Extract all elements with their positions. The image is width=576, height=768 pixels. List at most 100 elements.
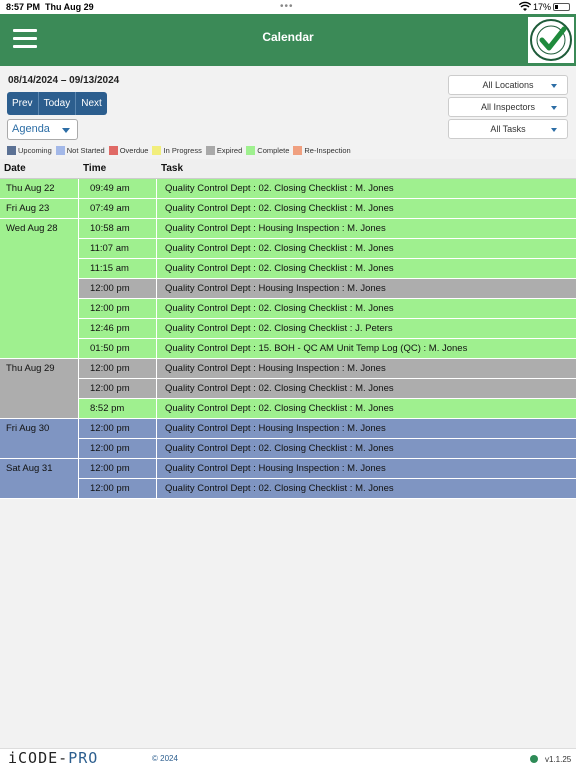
agenda-date-label: Sat Aug 31 <box>6 463 53 474</box>
agenda-task-cell[interactable]: Quality Control Dept : Housing Inspectio… <box>157 459 576 479</box>
agenda-task-cell[interactable]: Quality Control Dept : Housing Inspectio… <box>157 219 576 239</box>
agenda-task-cell[interactable]: Quality Control Dept : 02. Closing Check… <box>157 199 576 219</box>
inspectors-filter-value: All Inspectors <box>480 102 536 112</box>
agenda-task-cell[interactable]: Quality Control Dept : 02. Closing Check… <box>157 319 576 339</box>
chevron-down-icon <box>551 84 557 88</box>
agenda-date-label: Fri Aug 23 <box>6 203 50 214</box>
agenda-task-cell[interactable]: Quality Control Dept : 02. Closing Check… <box>157 299 576 319</box>
wifi-icon <box>519 1 531 11</box>
agenda-time-cell[interactable]: 12:00 pm <box>79 479 157 499</box>
prev-button[interactable]: Prev <box>7 92 39 115</box>
column-header-time: Time <box>79 159 157 179</box>
agenda-date-cell: Thu Aug 22 <box>0 179 79 199</box>
legend-item: Re-Inspection <box>293 146 351 155</box>
agenda-time-cell[interactable]: 07:49 am <box>79 199 157 219</box>
footer: iCODE-PRO © 2024 v1.1.25 <box>0 748 576 768</box>
agenda-task-cell[interactable]: Quality Control Dept : Housing Inspectio… <box>157 359 576 379</box>
legend-swatch <box>246 146 256 155</box>
brand-main: iCODE- <box>8 749 69 767</box>
copyright: © 2024 <box>152 754 178 763</box>
inspectors-filter[interactable]: All Inspectors <box>448 97 568 117</box>
agenda-date-cell: Fri Aug 30 <box>0 419 79 459</box>
agenda-time-cell[interactable]: 12:00 pm <box>79 419 157 439</box>
chevron-down-icon <box>62 128 70 133</box>
app-header: Calendar <box>0 14 576 66</box>
agenda-date-label: Wed Aug 28 <box>6 223 58 234</box>
agenda-task-cell[interactable]: Quality Control Dept : 15. BOH - QC AM U… <box>157 339 576 359</box>
view-select-value: Agenda <box>12 123 50 135</box>
legend-label: Overdue <box>119 146 149 155</box>
agenda-time-cell[interactable]: 12:00 pm <box>79 359 157 379</box>
tasks-filter[interactable]: All Tasks <box>448 119 568 139</box>
status-legend: Upcoming Not Started Overdue In Progress Exp… <box>7 146 355 155</box>
legend-item: Complete <box>246 146 289 155</box>
next-button[interactable]: Next <box>76 92 107 115</box>
locations-filter[interactable]: All Locations <box>448 75 568 95</box>
agenda-date-label: Fri Aug 30 <box>6 423 50 434</box>
agenda-time-cell[interactable]: 10:58 am <box>79 219 157 239</box>
legend-label: Re-Inspection <box>304 146 351 155</box>
agenda-table: Date Time Task Thu Aug 22 09:49 am Quality… <box>0 159 576 499</box>
agenda-task-cell[interactable]: Quality Control Dept : 02. Closing Check… <box>157 179 576 199</box>
agenda-task-cell[interactable]: Quality Control Dept : 02. Closing Check… <box>157 259 576 279</box>
brand-logo: iCODE-PRO <box>8 749 98 767</box>
legend-item: In Progress <box>152 146 202 155</box>
agenda-time-cell[interactable]: 8:52 pm <box>79 399 157 419</box>
multitask-dots-icon[interactable]: ••• <box>280 1 294 12</box>
today-button[interactable]: Today <box>38 92 77 115</box>
agenda-task-cell[interactable]: Quality Control Dept : Housing Inspectio… <box>157 279 576 299</box>
agenda-task-cell[interactable]: Quality Control Dept : 02. Closing Check… <box>157 439 576 459</box>
agenda-time-cell[interactable]: 11:07 am <box>79 239 157 259</box>
column-header-task: Task <box>157 159 576 179</box>
agenda-task-cell[interactable]: Quality Control Dept : 02. Closing Check… <box>157 239 576 259</box>
legend-label: In Progress <box>163 146 202 155</box>
brand-pro: PRO <box>68 749 99 767</box>
agenda-date-label: Thu Aug 29 <box>6 363 55 374</box>
legend-item: Not Started <box>55 146 105 155</box>
agenda-time-cell[interactable]: 09:49 am <box>79 179 157 199</box>
agenda-time-cell[interactable]: 11:15 am <box>79 259 157 279</box>
legend-swatch <box>55 146 65 155</box>
legend-swatch <box>205 146 215 155</box>
agenda-time-cell[interactable]: 12:00 pm <box>79 279 157 299</box>
agenda-date-cell: Wed Aug 28 <box>0 219 79 359</box>
battery-percent: 17% <box>533 2 552 12</box>
page-title: Calendar <box>262 30 314 44</box>
tasks-filter-value: All Tasks <box>490 124 526 134</box>
legend-label: Not Started <box>66 146 105 155</box>
agenda-task-cell[interactable]: Quality Control Dept : 02. Closing Check… <box>157 479 576 499</box>
battery-icon <box>553 3 570 11</box>
agenda-time-cell[interactable]: 01:50 pm <box>79 339 157 359</box>
status-date: Thu Aug 29 <box>45 2 94 12</box>
status-time: 8:57 PM <box>6 2 41 12</box>
chevron-down-icon <box>551 128 557 132</box>
legend-label: Expired <box>216 146 243 155</box>
agenda-time-cell[interactable]: 12:00 pm <box>79 299 157 319</box>
agenda-date-label: Thu Aug 22 <box>6 183 55 194</box>
agenda-task-cell[interactable]: Quality Control Dept : 02. Closing Check… <box>157 399 576 419</box>
legend-swatch <box>7 146 16 155</box>
date-navigation: Prev Today Next <box>7 92 107 115</box>
agenda-task-cell[interactable]: Quality Control Dept : 02. Closing Check… <box>157 379 576 399</box>
column-header-date: Date <box>0 159 79 179</box>
legend-item: Overdue <box>108 146 149 155</box>
legend-swatch <box>108 146 118 155</box>
status-bar: 8:57 PM Thu Aug 29 ••• 17% <box>0 0 576 14</box>
legend-item: Expired <box>205 146 243 155</box>
quality-control-approved-logo <box>528 17 574 63</box>
connection-status-icon <box>530 755 538 763</box>
agenda-time-cell[interactable]: 12:00 pm <box>79 459 157 479</box>
app-version: v1.1.25 <box>545 755 572 764</box>
agenda-task-cell[interactable]: Quality Control Dept : Housing Inspectio… <box>157 419 576 439</box>
legend-label: Complete <box>257 146 290 155</box>
agenda-date-cell: Sat Aug 31 <box>0 459 79 499</box>
agenda-time-cell[interactable]: 12:00 pm <box>79 439 157 459</box>
agenda-time-cell[interactable]: 12:46 pm <box>79 319 157 339</box>
legend-label: Upcoming <box>18 146 52 155</box>
legend-swatch <box>152 146 162 155</box>
agenda-time-cell[interactable]: 12:00 pm <box>79 379 157 399</box>
legend-item: Upcoming <box>7 146 52 155</box>
date-range: 08/14/2024 – 09/13/2024 <box>8 75 120 86</box>
view-select[interactable]: Agenda <box>7 119 78 140</box>
agenda-date-cell: Thu Aug 29 <box>0 359 79 419</box>
